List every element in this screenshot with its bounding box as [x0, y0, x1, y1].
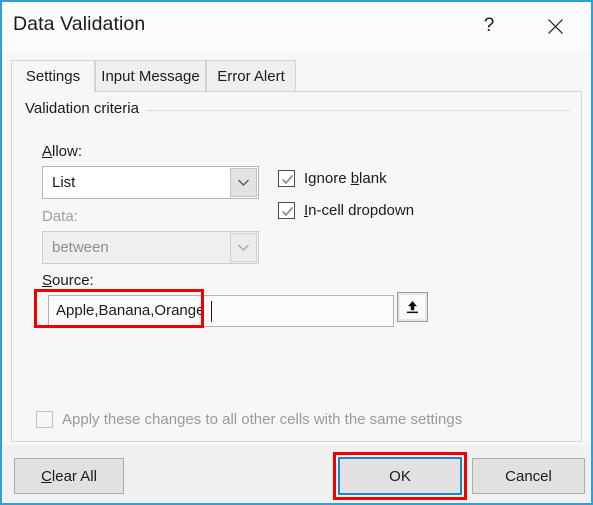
close-icon[interactable] [535, 9, 575, 43]
clear-all-label-rest: lear All [51, 467, 97, 485]
source-input-value: Apple,Banana,Orange [56, 302, 205, 319]
data-label: Data: [42, 208, 78, 225]
source-input[interactable]: Apple,Banana,Orange [48, 295, 394, 327]
ignore-blank-checkbox-row[interactable]: Ignore blank [278, 170, 387, 187]
allow-dropdown[interactable]: List [42, 166, 259, 199]
source-label: Source: [42, 272, 94, 289]
text-caret [211, 301, 212, 322]
source-accel-char: S [42, 272, 53, 289]
ignore-blank-label-prefix: Ignore [304, 170, 351, 187]
chevron-down-icon[interactable] [230, 168, 257, 197]
in-cell-dropdown-checkbox-row[interactable]: In-cell dropdown [278, 202, 414, 219]
data-dropdown-value: between [52, 239, 109, 256]
allow-dropdown-value: List [52, 174, 76, 191]
in-cell-dropdown-label: In-cell dropdown [304, 202, 414, 219]
dialog-title: Data Validation [13, 13, 146, 35]
ignore-blank-accel-char: b [350, 170, 360, 187]
ignore-blank-checkbox[interactable] [278, 170, 295, 187]
range-select-icon-inner [400, 295, 425, 319]
tab-strip: Settings Input Message Error Alert [11, 60, 582, 93]
allow-accel-char: A [42, 143, 53, 160]
clear-all-button[interactable]: Clear All [14, 458, 124, 494]
help-icon[interactable]: ? [469, 9, 509, 43]
ignore-blank-label: Ignore blank [304, 170, 387, 187]
apply-all-checkbox [36, 411, 53, 428]
allow-label-rest: llow: [52, 143, 83, 160]
dialog-titlebar: Data Validation ? [2, 2, 591, 52]
clear-all-accel-char: C [41, 467, 52, 485]
chevron-down-icon [230, 233, 257, 262]
data-validation-dialog: Data Validation ? Settings Input Message… [0, 0, 593, 505]
validation-criteria-label: Validation criteria [25, 100, 146, 117]
settings-panel: Validation criteria Allow: List Data: be… [11, 91, 582, 442]
source-label-rest: ource: [52, 272, 94, 289]
ok-button[interactable]: OK [338, 457, 462, 495]
data-dropdown: between [42, 231, 259, 264]
allow-label: Allow: [42, 143, 82, 160]
cancel-button[interactable]: Cancel [472, 458, 585, 494]
in-cell-dropdown-checkbox[interactable] [278, 202, 295, 219]
tab-input-message[interactable]: Input Message [95, 60, 206, 92]
apply-all-checkbox-row: Apply these changes to all other cells w… [36, 411, 462, 428]
in-cell-label-suffix: n-cell dropdown [308, 202, 415, 219]
tab-settings[interactable]: Settings [11, 60, 95, 93]
range-select-icon[interactable] [397, 292, 428, 322]
ignore-blank-label-suffix: lank [359, 170, 387, 187]
tab-error-alert[interactable]: Error Alert [206, 60, 296, 92]
apply-all-label: Apply these changes to all other cells w… [62, 411, 463, 428]
